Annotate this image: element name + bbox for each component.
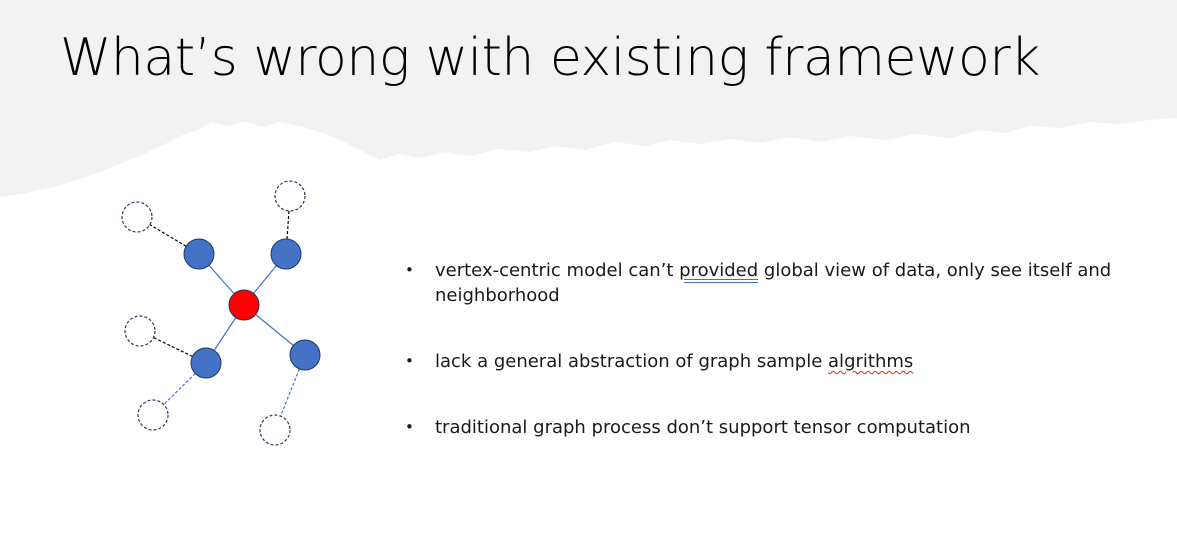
- unseen-node: [137, 399, 169, 431]
- bullet-text: traditional graph process don’t support …: [435, 417, 971, 438]
- neighbor-node: [289, 339, 321, 371]
- neighbor-node: [190, 347, 222, 379]
- bullet-icon: •: [405, 418, 414, 436]
- bullet-item: • traditional graph process don’t suppor…: [405, 415, 1135, 440]
- bullet-list: • vertex-centric model can’t provided gl…: [405, 258, 1135, 440]
- neighbor-node: [183, 238, 215, 270]
- bullet-icon: •: [405, 352, 414, 370]
- unseen-node: [121, 201, 153, 233]
- bullet-text: vertex-centric model can’t: [435, 260, 680, 281]
- neighbor-node: [270, 238, 302, 270]
- bullet-icon: •: [405, 261, 414, 279]
- bullet-item: • vertex-centric model can’t provided gl…: [405, 258, 1135, 308]
- center-node: [228, 289, 260, 321]
- bullet-text: lack a general abstraction of graph samp…: [435, 351, 829, 372]
- unseen-node: [259, 414, 291, 446]
- grammar-flagged-word: provided: [679, 260, 759, 281]
- spelling-flagged-word: algrithms: [828, 351, 914, 372]
- bullet-item: • lack a general abstraction of graph sa…: [405, 349, 1135, 374]
- unseen-node: [124, 315, 156, 347]
- unseen-node: [274, 180, 306, 212]
